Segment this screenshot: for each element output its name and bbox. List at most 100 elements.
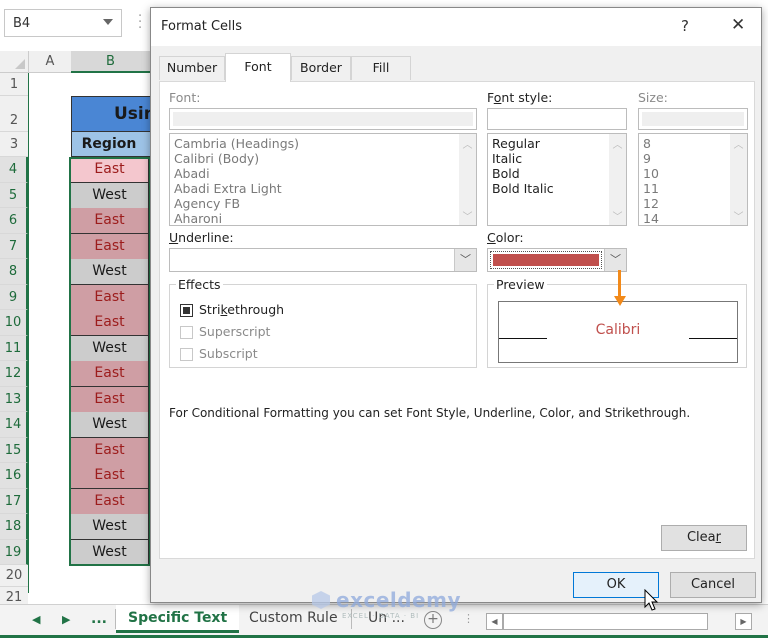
exceldemy-logo-icon <box>312 591 330 609</box>
region-cell[interactable]: East <box>71 284 149 311</box>
region-cell[interactable]: East <box>71 488 149 515</box>
region-cell[interactable]: East <box>71 463 149 489</box>
select-all-corner[interactable] <box>0 51 29 73</box>
row-header-10[interactable]: 10 <box>0 310 28 336</box>
chevron-down-icon: ﹀ <box>733 212 744 223</box>
strikethrough-checkbox[interactable] <box>180 304 193 317</box>
size-label: Size: <box>638 90 668 105</box>
help-icon[interactable]: ? <box>681 17 689 35</box>
tab-border[interactable]: Border <box>291 56 351 80</box>
dialog-titlebar[interactable]: Format Cells ? ✕ <box>151 8 761 46</box>
row-header-13[interactable]: 13 <box>0 386 28 412</box>
annotation-arrow <box>618 270 621 298</box>
add-sheet-button[interactable]: + <box>424 611 442 629</box>
superscript-label: Superscript <box>199 324 271 339</box>
name-box-value: B4 <box>13 16 31 31</box>
row-header-5[interactable]: 5 <box>0 182 28 208</box>
row-header-6[interactable]: 6 <box>0 208 28 234</box>
chevron-down-icon[interactable] <box>103 19 113 25</box>
font-style-scrollbar[interactable]: ︿ ﹀ <box>609 134 626 225</box>
row-header-11[interactable]: 11 <box>0 335 28 361</box>
close-icon[interactable]: ✕ <box>731 15 745 35</box>
cancel-button[interactable]: Cancel <box>670 572 756 598</box>
preview-label: Preview <box>494 277 547 292</box>
horizontal-scrollbar[interactable]: ◀ ▶ <box>486 613 752 630</box>
font-style-option-regular[interactable]: Regular <box>488 136 626 151</box>
region-cell[interactable]: West <box>71 514 149 540</box>
region-cell[interactable]: East <box>71 310 149 336</box>
row-header-20[interactable]: 20 <box>0 565 28 587</box>
row-header-18[interactable]: 18 <box>0 514 28 540</box>
color-dropdown[interactable]: ﹀ <box>487 248 627 272</box>
chevron-up-icon[interactable]: ︿ <box>609 136 626 151</box>
clear-button[interactable]: Clear <box>661 525 747 551</box>
font-style-input[interactable] <box>487 108 627 130</box>
row-header-7[interactable]: 7 <box>0 233 28 259</box>
region-cell[interactable]: West <box>71 539 149 566</box>
scroll-right-icon[interactable]: ▶ <box>735 613 752 630</box>
row-header-19[interactable]: 19 <box>0 539 28 565</box>
font-style-list[interactable]: Regular Italic Bold Bold Italic ︿ ﹀ <box>487 133 627 226</box>
region-cell[interactable]: West <box>71 335 149 362</box>
tab-fill[interactable]: Fill <box>351 56 411 80</box>
row-header-14[interactable]: 14 <box>0 412 28 438</box>
underline-dropdown[interactable]: ﹀ <box>169 248 477 272</box>
sheet-nav-prev-icon[interactable]: ◀ <box>32 613 40 626</box>
column-header-b[interactable]: B <box>71 51 150 73</box>
chevron-down-icon[interactable]: ﹀ <box>609 208 626 223</box>
row-header-8[interactable]: 8 <box>0 259 28 285</box>
annotation-arrow-head-icon <box>614 296 626 306</box>
font-style-label: Font style: <box>487 90 553 105</box>
row-header-2[interactable]: 2 <box>0 96 28 132</box>
name-box[interactable]: B4 <box>4 9 122 37</box>
row-header-15[interactable]: 15 <box>0 437 28 463</box>
font-style-option-italic[interactable]: Italic <box>488 151 626 166</box>
scroll-left-icon[interactable]: ◀ <box>486 613 503 630</box>
table-header-region[interactable]: Region <box>71 131 161 157</box>
font-option: Calibri (Body) <box>174 151 260 166</box>
row-header-12[interactable]: 12 <box>0 361 28 387</box>
sheet-nav-more[interactable]: ... <box>91 611 107 627</box>
region-cell[interactable]: West <box>71 182 149 209</box>
formula-bar-grip-icon: · · · <box>138 9 143 36</box>
row-header-9[interactable]: 9 <box>0 284 28 310</box>
tab-font[interactable]: Font <box>225 53 291 82</box>
sheet-tab-specific-text[interactable]: Specific Text <box>116 605 240 633</box>
row-header-4[interactable]: 4 <box>0 157 28 183</box>
chevron-down-icon[interactable]: ﹀ <box>454 249 476 271</box>
region-cell[interactable]: East <box>71 208 149 234</box>
subscript-label: Subscript <box>199 346 258 361</box>
scroll-thumb[interactable] <box>503 613 708 630</box>
font-option: Cambria (Headings) <box>174 136 300 151</box>
font-option: Aharoni <box>174 211 223 226</box>
tab-number[interactable]: Number <box>159 56 225 80</box>
region-cell[interactable]: East <box>71 437 149 464</box>
tabs-splitter-grip-icon[interactable]: ⋮ <box>463 612 474 625</box>
table-title-cell[interactable]: Usin <box>71 96 161 132</box>
font-style-option-bold[interactable]: Bold <box>488 166 626 181</box>
row-header-1[interactable]: 1 <box>0 73 28 96</box>
row-header-3[interactable]: 3 <box>0 132 28 157</box>
font-label: Font: <box>169 90 201 105</box>
column-header-a[interactable]: A <box>29 51 71 73</box>
region-cell[interactable]: West <box>71 259 149 285</box>
font-option: Agency FB <box>174 196 241 211</box>
chevron-up-icon: ︿ <box>733 140 744 151</box>
sheet-nav-next-icon[interactable]: ▶ <box>62 613 70 626</box>
row-header-16[interactable]: 16 <box>0 463 28 489</box>
dialog-title: Format Cells <box>161 19 243 34</box>
row-header-17[interactable]: 17 <box>0 488 28 514</box>
preview-sample-text: Calibri <box>595 322 641 338</box>
region-cell[interactable]: East <box>71 361 149 387</box>
subscript-checkbox <box>180 348 193 361</box>
color-swatch[interactable] <box>490 251 602 269</box>
region-cell[interactable]: East <box>71 386 149 413</box>
chevron-down-icon[interactable]: ﹀ <box>604 249 626 271</box>
region-cell[interactable]: East <box>71 233 149 260</box>
size-input <box>638 108 748 130</box>
size-list-scrollbar: ︿ ﹀ <box>730 134 747 225</box>
font-style-option-bold-italic[interactable]: Bold Italic <box>488 181 626 196</box>
underline-label: Underline: <box>169 230 234 245</box>
region-cell[interactable]: East <box>71 157 149 183</box>
region-cell[interactable]: West <box>71 412 149 438</box>
